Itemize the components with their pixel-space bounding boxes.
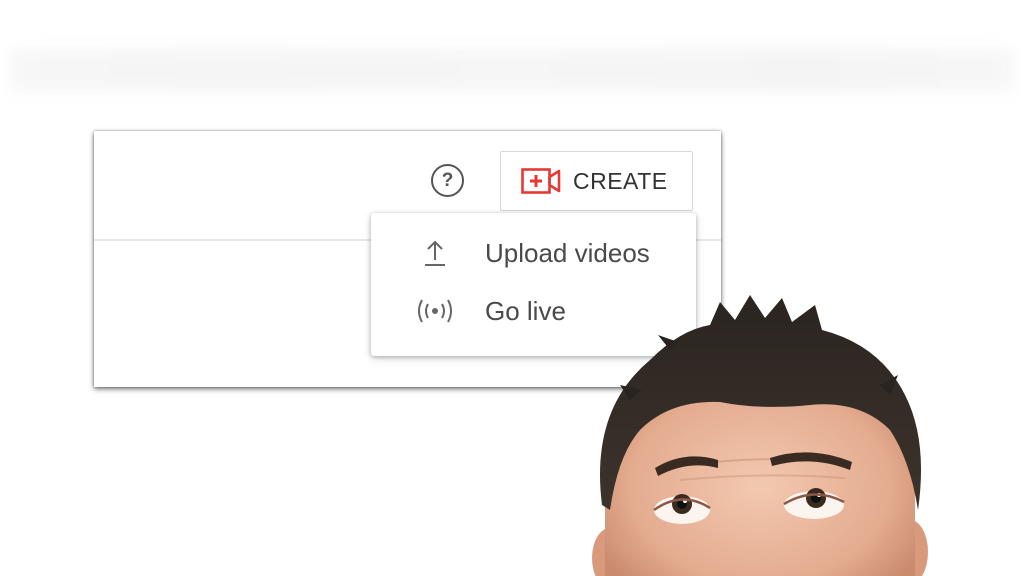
person-looking-up-image <box>592 295 928 576</box>
create-button-label: CREATE <box>573 167 668 194</box>
menu-item-label: Go live <box>485 295 566 326</box>
video-camera-plus-icon <box>521 168 561 194</box>
upload-arrow-icon <box>411 238 459 268</box>
menu-item-upload-videos[interactable]: Upload videos <box>371 225 696 281</box>
menu-item-label: Upload videos <box>485 237 650 268</box>
create-button[interactable]: CREATE <box>500 151 693 211</box>
screenshot-stage: ? CREATE Upload videos Go live <box>0 0 1024 576</box>
blurred-top-bar <box>10 48 1014 92</box>
broadcast-icon <box>411 297 459 325</box>
help-icon[interactable]: ? <box>431 164 464 197</box>
